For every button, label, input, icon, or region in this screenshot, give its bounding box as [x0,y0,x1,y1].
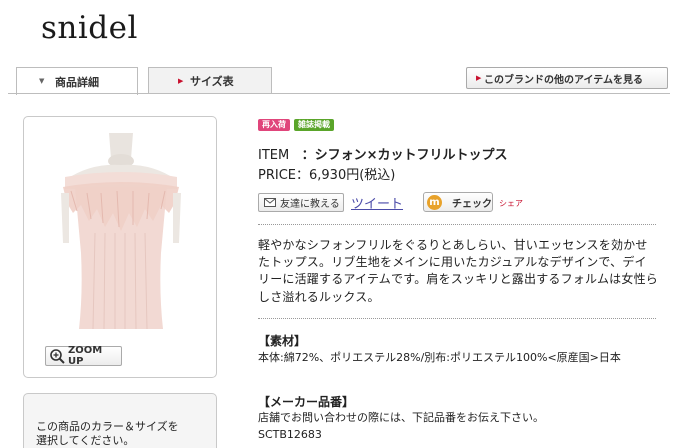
tab-product-detail[interactable]: ▼ 商品詳細 [16,67,138,95]
maker-code-value: SCTB12683 [258,428,322,441]
material-heading: 【素材】 [258,334,307,348]
price-label: PRICE [258,168,296,183]
divider [258,318,656,319]
product-description: 軽やかなシフォンフリルをぐるりとあしらい、甘いエッセンスを効かせたトップス。リブ… [258,238,658,304]
item-label: ITEM [258,148,290,163]
magnifier-icon [50,348,65,364]
item-price-row: PRICE：6,930円(税込) [258,164,395,183]
brand-logo[interactable]: snidel [41,10,138,46]
check-button[interactable]: m チェック [423,192,493,212]
tell-friend-label: 友達に教える [280,199,340,210]
product-image[interactable] [61,133,181,333]
product-photo-frame: ZOOM UP [23,116,217,378]
share-link[interactable]: シェア [499,198,523,209]
divider [258,224,656,225]
material-body: 本体:綿72%、ポリエステル28%/別布:ポリエステル100%<原産国>日本 [258,351,621,364]
tab-size-chart[interactable]: ▶ サイズ表 [148,67,272,94]
price-value: ：6,930円(税込) [296,168,396,183]
mixi-check-icon: m [427,194,442,210]
restock-badge: 再入荷 [258,119,290,131]
chevron-right-icon: ▶ [476,74,482,82]
color-size-prompt-line2: 選択してください。 [36,434,135,447]
tweet-link[interactable]: ツイート [351,193,403,212]
tell-friend-button[interactable]: 友達に教える [258,193,344,212]
mail-icon [264,198,276,207]
color-size-prompt-line1: この商品のカラー＆サイズを [36,420,179,433]
tabs-divider [8,93,670,94]
check-label: チェック [452,198,492,210]
brand-other-items-label: このブランドの他のアイテムを見る [484,74,643,86]
chevron-right-icon: ▶ [178,77,184,85]
tab-label: 商品詳細 [55,75,99,89]
zoom-up-label: ZOOM UP [67,345,103,367]
item-name: ：シフォン×カットフリルトップス [301,148,508,163]
magazine-badge: 雑誌掲載 [294,119,334,131]
zoom-up-button[interactable]: ZOOM UP [45,345,122,367]
item-title-row: ITEM ：シフォン×カットフリルトップス [258,144,508,163]
maker-code-heading: 【メーカー品番】 [258,395,355,409]
tab-label: サイズ表 [190,75,234,88]
badge-group: 再入荷 雑誌掲載 [258,119,334,131]
color-size-selector[interactable]: この商品のカラー＆サイズを 選択してください。 [23,393,217,448]
chevron-down-icon: ▼ [39,77,45,85]
brand-other-items-button[interactable]: ▶ このブランドの他のアイテムを見る [466,67,668,89]
maker-code-note: 店舗でお問い合わせの際には、下記品番をお伝え下さい。 [258,411,544,424]
